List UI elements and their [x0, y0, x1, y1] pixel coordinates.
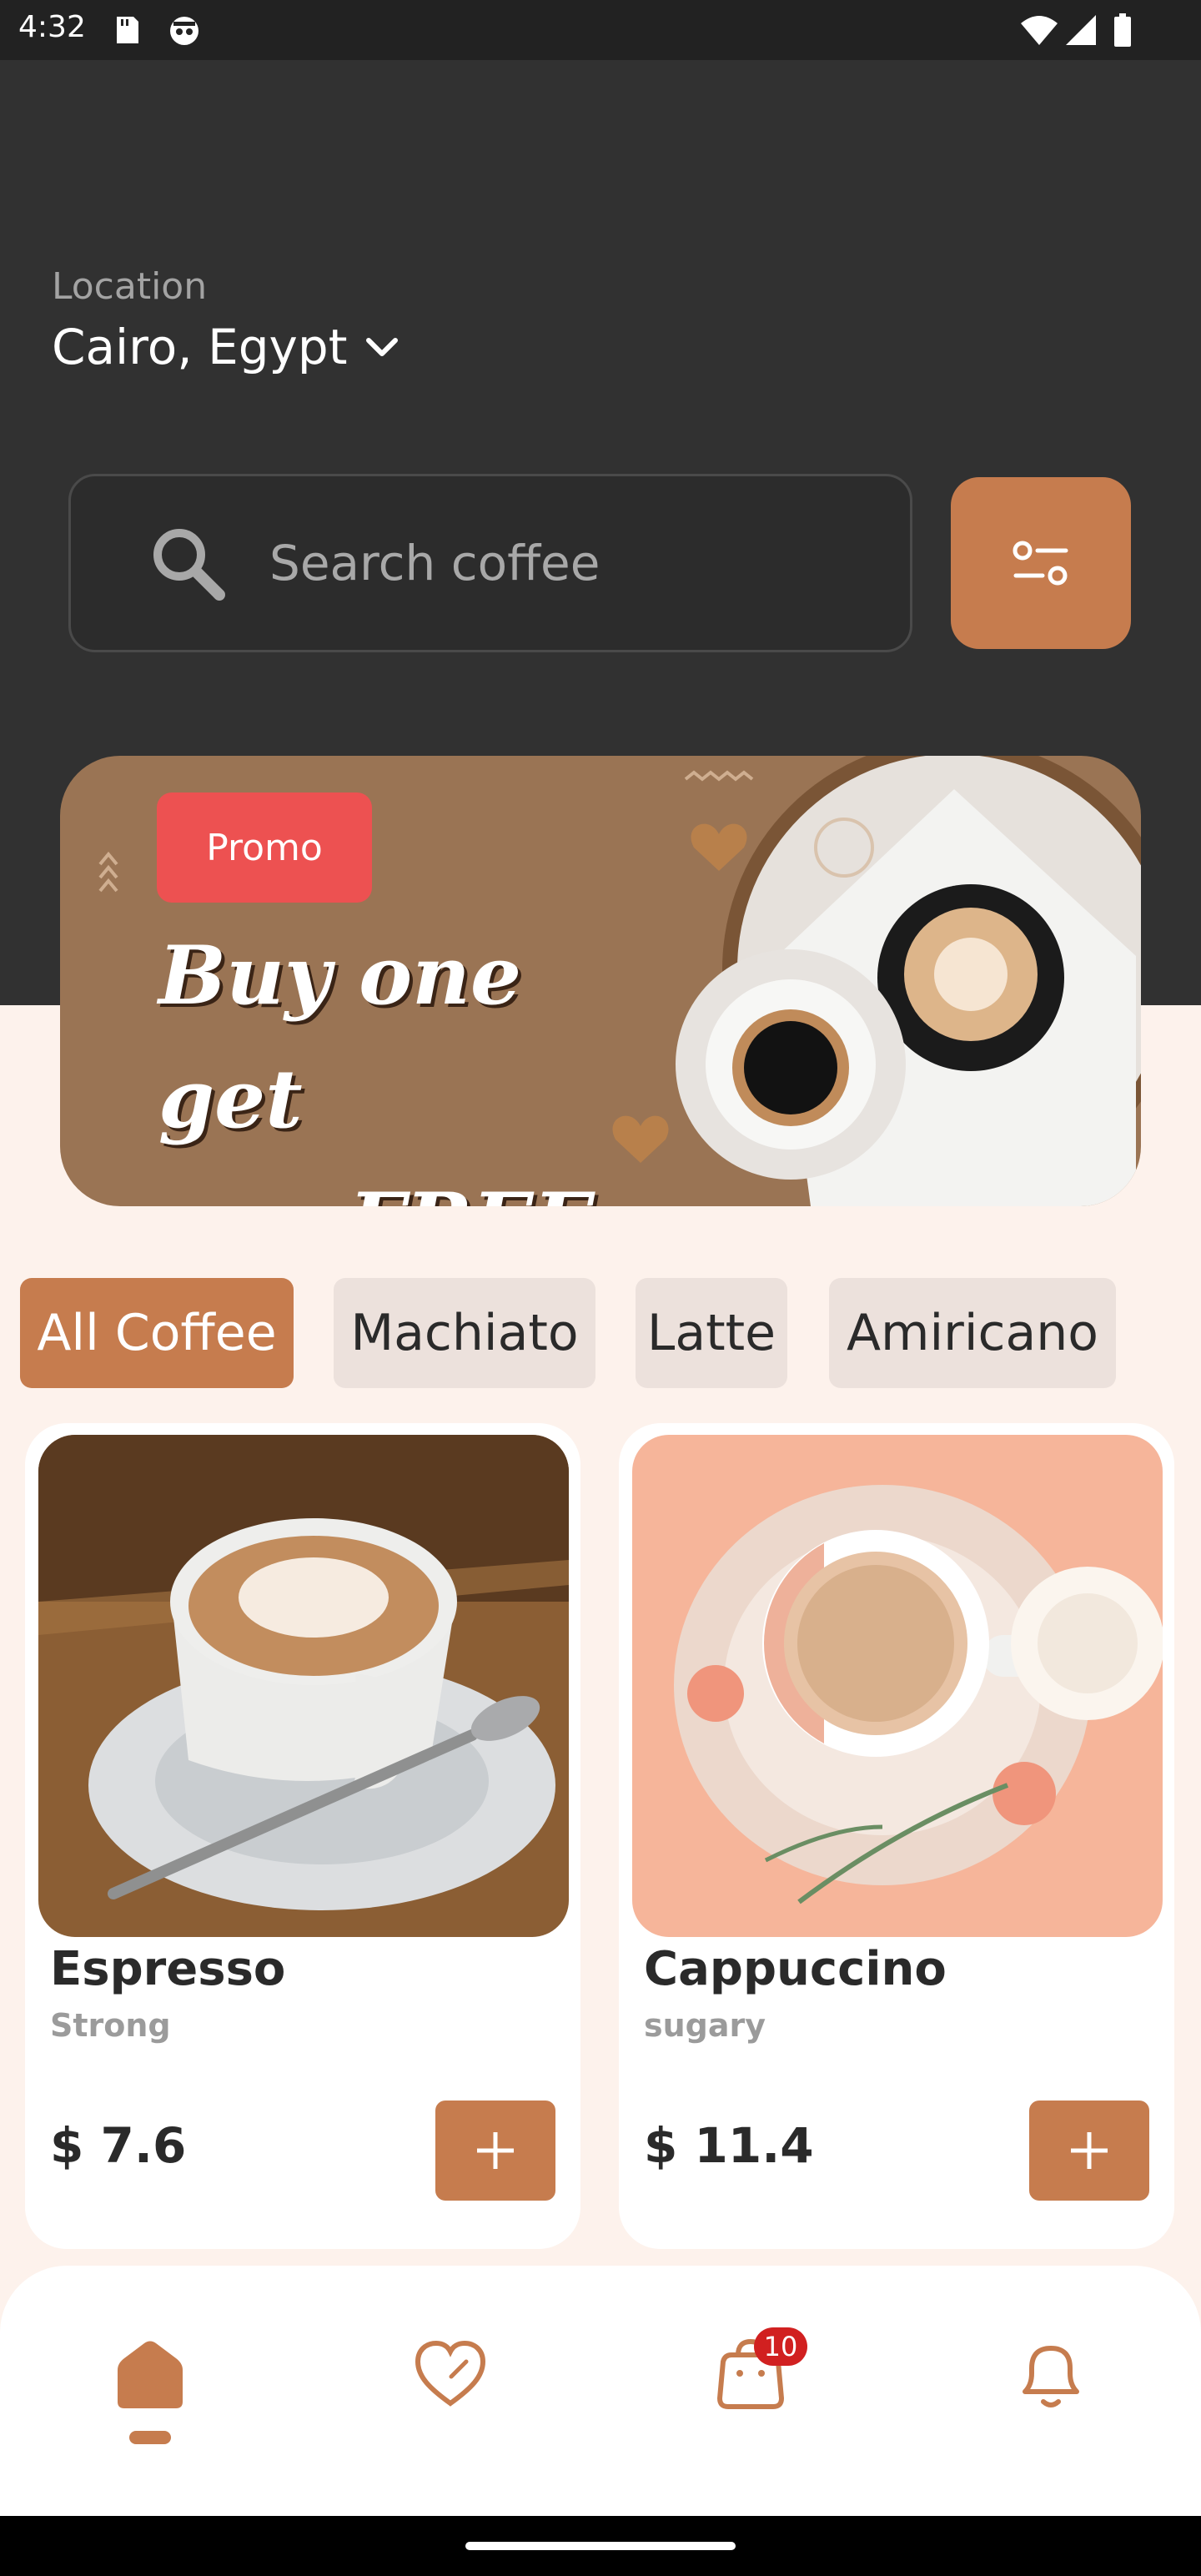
- product-image: [632, 1435, 1163, 1937]
- status-time: 4:32: [18, 10, 86, 44]
- promo-line-2: one FREE: [158, 1161, 692, 1206]
- app-notification-icon: [170, 17, 198, 45]
- signal-icon: [1066, 15, 1096, 45]
- search-icon: [153, 529, 225, 601]
- location-selector[interactable]: Cairo, Egypt: [52, 319, 399, 375]
- product-subtitle: sugary: [644, 2007, 766, 2044]
- product-name: Cappuccino: [644, 1942, 947, 1996]
- plus-icon: [1071, 2132, 1108, 2169]
- active-tab-indicator: [129, 2431, 171, 2444]
- home-gesture-handle[interactable]: [465, 2542, 736, 2550]
- promo-badge: Promo: [157, 792, 372, 903]
- product-price: $ 11.4: [644, 2117, 814, 2174]
- product-image: [38, 1435, 569, 1937]
- bell-icon: [1023, 2346, 1079, 2407]
- sd-card-icon: [117, 17, 138, 43]
- search-input[interactable]: [268, 534, 852, 592]
- filter-button[interactable]: [951, 477, 1131, 649]
- wifi-icon: [1021, 16, 1058, 45]
- product-subtitle: Strong: [50, 2007, 171, 2044]
- cart-count-badge: 10: [754, 2327, 807, 2366]
- battery-icon: [1114, 13, 1131, 47]
- add-to-cart-button[interactable]: [435, 2101, 555, 2201]
- chevron-down-icon: [366, 338, 399, 356]
- promo-banner[interactable]: Promo Buy one get one FREE: [60, 756, 1141, 1206]
- nav-favorites[interactable]: [409, 2332, 492, 2416]
- location-label: Location: [52, 265, 208, 308]
- gesture-bar: [0, 2516, 1201, 2576]
- nav-notifications[interactable]: [1009, 2332, 1093, 2416]
- home-icon: [118, 2341, 183, 2408]
- product-name: Espresso: [50, 1942, 286, 1996]
- promo-line-1: Buy one get: [158, 928, 522, 1146]
- category-tabs: All Coffee Machiato Latte Amiricano: [0, 1278, 1201, 1388]
- promo-headline: Buy one get one FREE: [158, 914, 692, 1206]
- tab-machiato[interactable]: Machiato: [334, 1278, 595, 1388]
- status-bar: 4:32: [0, 0, 1201, 60]
- product-card-espresso[interactable]: Espresso Strong $ 7.6: [25, 1423, 580, 2249]
- heart-icon: [415, 2340, 486, 2407]
- tab-amiricano[interactable]: Amiricano: [829, 1278, 1116, 1388]
- tab-all-coffee[interactable]: All Coffee: [20, 1278, 294, 1388]
- filter-icon: [1013, 541, 1068, 586]
- location-value: Cairo, Egypt: [52, 319, 348, 375]
- plus-icon: [477, 2132, 514, 2169]
- product-card-cappuccino[interactable]: Cappuccino sugary $ 11.4: [619, 1423, 1174, 2249]
- product-price: $ 7.6: [50, 2117, 187, 2174]
- tab-latte[interactable]: Latte: [636, 1278, 787, 1388]
- search-box[interactable]: [68, 474, 912, 652]
- bottom-navigation: 10: [0, 2266, 1201, 2516]
- nav-home[interactable]: [108, 2332, 192, 2416]
- add-to-cart-button[interactable]: [1029, 2101, 1149, 2201]
